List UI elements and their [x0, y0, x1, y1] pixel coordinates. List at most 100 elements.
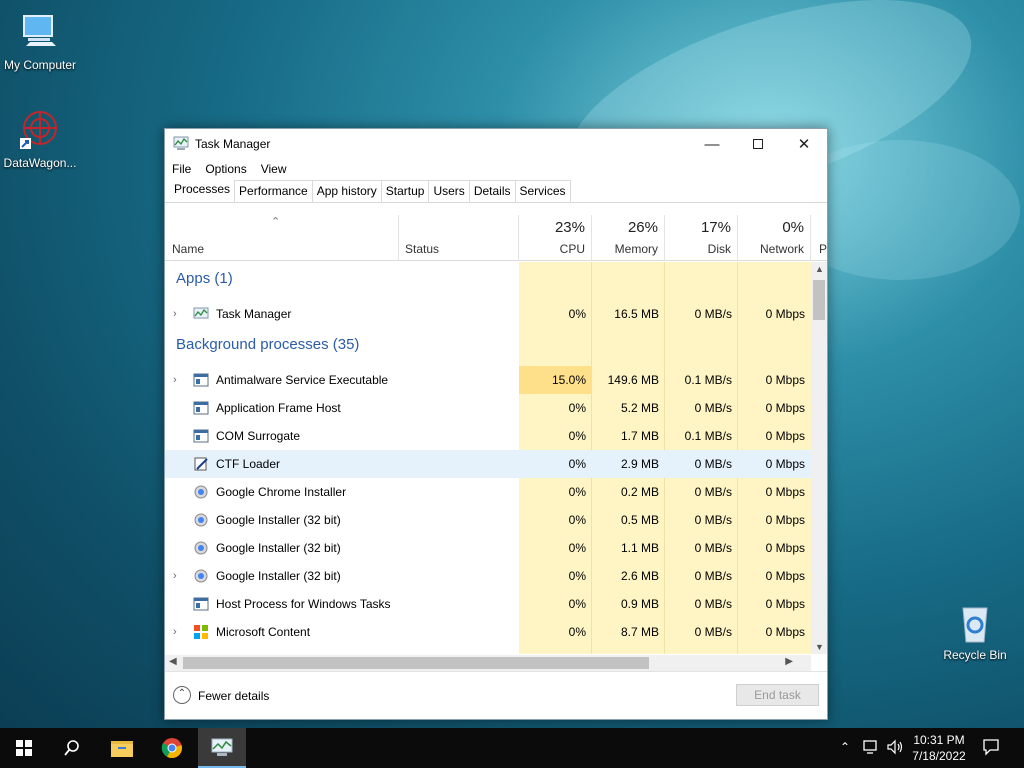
cell-disk: 0.1 MB/s — [684, 373, 732, 387]
search-button[interactable] — [48, 728, 96, 768]
scroll-left-icon[interactable]: ◀ — [169, 656, 177, 667]
column-network[interactable]: 0% Network — [738, 215, 811, 261]
scroll-down-icon[interactable]: ▼ — [815, 642, 824, 652]
cell-cpu: 15.0% — [519, 366, 592, 394]
cell-memory: 16.5 MB — [614, 307, 659, 321]
cell-disk: 0 MB/s — [694, 401, 732, 415]
tab-startup[interactable]: Startup — [380, 180, 430, 202]
tab-app-history[interactable]: App history — [311, 180, 382, 202]
collapse-icon[interactable]: ⌃ — [173, 686, 191, 704]
scroll-right-icon[interactable]: ▶ — [785, 656, 793, 667]
maximize-button[interactable] — [735, 129, 781, 159]
taskbar-task-manager[interactable] — [198, 728, 246, 768]
table-row[interactable]: › Antimalware Service Executable 15.0% 149.… — [165, 366, 811, 394]
menu-file[interactable]: File — [172, 162, 191, 176]
end-task-button[interactable]: End task — [736, 684, 819, 706]
cell-network: 0 Mbps — [765, 541, 805, 555]
show-hidden-icons[interactable]: ⌃ — [840, 740, 850, 754]
cell-disk: 0 MB/s — [694, 485, 732, 499]
column-cpu[interactable]: 23% CPU — [519, 215, 592, 261]
column-memory[interactable]: 26% Memory — [592, 215, 665, 261]
clock[interactable]: 10:31 PM 7/18/2022 — [908, 732, 970, 764]
table-row[interactable]: Google Installer (32 bit) 0% 0.5 MB 0 MB/s 0… — [165, 506, 811, 534]
cell-network: 0 Mbps — [765, 429, 805, 443]
horizontal-scrollbar[interactable]: ◀ ▶ — [165, 655, 811, 671]
cell-cpu: 0% — [568, 513, 586, 527]
network-icon[interactable] — [862, 739, 880, 758]
taskbar-file-explorer[interactable] — [98, 728, 146, 768]
table-row[interactable]: Host Process for Windows Tasks 0% 0.9 MB 0 … — [165, 590, 811, 618]
cell-cpu: 0% — [568, 307, 586, 321]
process-icon — [193, 540, 209, 556]
table-row[interactable]: › Microsoft Content 0% 8.7 MB 0 MB/s 0 Mbps — [165, 618, 811, 646]
column-disk[interactable]: 17% Disk — [665, 215, 738, 261]
cell-disk: 0 MB/s — [694, 457, 732, 471]
sort-arrow-icon: ⌃ — [271, 216, 281, 228]
table-row[interactable]: Google Installer (32 bit) 0% 1.1 MB 0 MB/s 0… — [165, 534, 811, 562]
expand-chevron-icon[interactable]: › — [173, 366, 177, 394]
expand-chevron-icon[interactable]: › — [173, 300, 177, 328]
cell-memory: 8.7 MB — [620, 625, 659, 639]
title-bar[interactable]: Task Manager — ✕ — [165, 129, 827, 159]
tab-performance[interactable]: Performance — [234, 180, 313, 202]
column-name[interactable]: ⌃ Name — [165, 215, 399, 261]
cell-disk: 0 MB/s — [694, 597, 732, 611]
column-power-partial[interactable]: P — [811, 215, 827, 261]
cell-memory: 149.6 MB — [607, 373, 659, 387]
vertical-scroll-thumb[interactable] — [813, 280, 825, 320]
process-icon — [193, 400, 209, 416]
cell-cpu: 0% — [568, 429, 586, 443]
cell-network: 0 Mbps — [765, 597, 805, 611]
taskbar: ⌃ 10:31 PM 7/18/2022 — [0, 728, 1024, 768]
table-row[interactable]: COM Surrogate 0% 1.7 MB 0.1 MB/s 0 Mbps — [165, 422, 811, 450]
volume-icon[interactable] — [886, 739, 904, 758]
cell-cpu: 0% — [568, 401, 586, 415]
cell-network: 0 Mbps — [765, 625, 805, 639]
desktop-icon-my-computer[interactable]: My Computer — [0, 10, 80, 72]
tab-users[interactable]: Users — [428, 180, 470, 202]
desktop-icon-datawagon[interactable]: DataWagon... — [0, 108, 80, 170]
desktop-icon-recycle-bin[interactable]: Recycle Bin — [935, 600, 1015, 662]
table-row[interactable]: › Google Installer (32 bit) 0% 2.6 MB 0 MB/s… — [165, 562, 811, 590]
process-name: Google Installer (32 bit) — [216, 569, 341, 583]
table-row[interactable]: Google Chrome Installer 0% 0.2 MB 0 MB/s 0 M… — [165, 478, 811, 506]
cell-network: 0 Mbps — [765, 401, 805, 415]
fewer-details-link[interactable]: Fewer details — [198, 689, 269, 703]
table-row[interactable]: Application Frame Host 0% 5.2 MB 0 MB/s 0 Mb… — [165, 394, 811, 422]
table-row[interactable]: CTF Loader 0% 2.9 MB 0 MB/s 0 Mbps — [165, 450, 811, 478]
table-row[interactable]: › Task Manager 0% 16.5 MB 0 MB/s 0 Mbps — [165, 300, 811, 328]
cell-disk: 0 MB/s — [694, 625, 732, 639]
close-button[interactable]: ✕ — [781, 129, 827, 159]
tab-processes[interactable]: Processes — [169, 178, 236, 202]
cell-network: 0 Mbps — [765, 513, 805, 527]
expand-chevron-icon[interactable]: › — [173, 618, 177, 646]
start-button[interactable] — [0, 728, 48, 768]
menu-options[interactable]: Options — [205, 162, 246, 176]
tab-services[interactable]: Services — [514, 180, 571, 202]
minimize-button[interactable]: — — [689, 129, 735, 159]
process-name: Application Frame Host — [216, 401, 341, 415]
vertical-scrollbar[interactable]: ▲ ▼ — [811, 262, 827, 654]
tab-details[interactable]: Details — [468, 180, 516, 202]
desktop-icon-label: Recycle Bin — [943, 648, 1007, 662]
monitor-icon — [18, 10, 62, 54]
clock-time: 10:31 PM — [913, 733, 965, 747]
process-icon — [193, 484, 209, 500]
horizontal-scroll-thumb[interactable] — [183, 657, 649, 669]
cell-disk: 0 MB/s — [694, 569, 732, 583]
desktop-icon-label: DataWagon... — [3, 156, 77, 170]
chrome-icon — [161, 738, 182, 759]
process-name: Google Installer (32 bit) — [216, 513, 341, 527]
recycle-bin-icon — [953, 600, 997, 644]
taskbar-chrome[interactable] — [148, 728, 196, 768]
menu-view[interactable]: View — [261, 162, 287, 176]
expand-chevron-icon[interactable]: › — [173, 562, 177, 590]
menu-bar: File Options View — [165, 159, 827, 179]
scroll-up-icon[interactable]: ▲ — [815, 264, 824, 274]
notifications-icon[interactable] — [982, 738, 1000, 759]
process-icon — [193, 372, 209, 388]
process-name: Task Manager — [216, 307, 292, 321]
cell-memory: 0.5 MB — [620, 513, 659, 527]
column-status[interactable]: Status — [399, 215, 519, 261]
cell-memory: 2.9 MB — [620, 457, 659, 471]
